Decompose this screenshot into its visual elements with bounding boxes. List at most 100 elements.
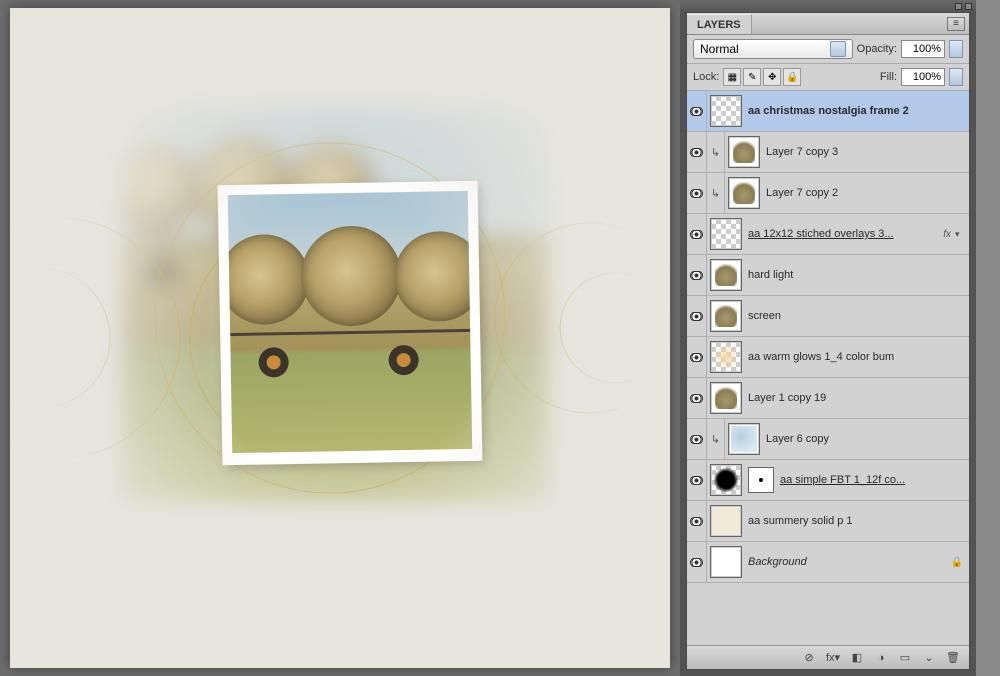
visibility-toggle[interactable] [687, 214, 707, 254]
visibility-toggle[interactable] [687, 419, 707, 459]
fill-flyout-icon[interactable] [949, 68, 963, 86]
close-icon[interactable] [965, 3, 972, 10]
visibility-toggle[interactable] [687, 296, 707, 336]
eye-icon [690, 517, 703, 526]
chevron-down-icon[interactable]: ▾ [955, 229, 967, 240]
visibility-toggle[interactable] [687, 542, 707, 582]
visibility-toggle[interactable] [687, 378, 707, 418]
blend-mode-select[interactable]: Normal [693, 39, 853, 59]
group-icon[interactable]: ▭ [897, 651, 913, 665]
layers-panel: LAYERS Normal Opacity: 100% Lock: ▦ ✎ ✥ … [686, 12, 970, 670]
layer-name-label[interactable]: hard light [748, 269, 969, 281]
layer-name-label[interactable]: aa simple FBT 1_12f co... [780, 474, 969, 486]
collapse-icon[interactable] [955, 3, 962, 10]
layer-name-label[interactable]: screen [748, 310, 969, 322]
layer-name-label[interactable]: aa christmas nostalgia frame 2 [748, 105, 969, 117]
opacity-flyout-icon[interactable] [949, 40, 963, 58]
clip-indicator-icon [707, 419, 725, 459]
eye-icon [690, 476, 703, 485]
layer-list[interactable]: aa christmas nostalgia frame 2 Layer 7 co… [687, 91, 969, 645]
visibility-toggle[interactable] [687, 460, 707, 500]
adjustment-layer-icon[interactable]: ◑ [873, 651, 889, 665]
canvas-area[interactable] [0, 0, 680, 676]
visibility-toggle[interactable] [687, 132, 707, 172]
layer-row[interactable]: Layer 7 copy 2 [687, 173, 969, 214]
layer-name-label[interactable]: aa summery solid p 1 [748, 515, 969, 527]
layer-fx-icon[interactable]: fx▾ [825, 651, 841, 665]
layer-row[interactable]: aa warm glows 1_4 color bum [687, 337, 969, 378]
layer-name-label[interactable]: Layer 1 copy 19 [748, 392, 969, 404]
layer-thumbnail[interactable] [710, 464, 742, 496]
eye-icon [690, 189, 703, 198]
link-layers-icon[interactable]: ⊘ [801, 651, 817, 665]
layer-thumbnail[interactable] [710, 218, 742, 250]
layer-thumbnail[interactable] [710, 546, 742, 578]
layer-thumbnail[interactable] [710, 382, 742, 414]
lock-label: Lock: [693, 71, 719, 83]
opacity-label: Opacity: [857, 43, 897, 55]
layer-thumbnail[interactable] [710, 95, 742, 127]
layer-thumbnail[interactable] [728, 177, 760, 209]
panel-menu-icon[interactable] [947, 17, 965, 31]
layer-row[interactable]: Background🔒 [687, 542, 969, 583]
layer-row[interactable]: Layer 6 copy [687, 419, 969, 460]
layer-row[interactable]: aa summery solid p 1 [687, 501, 969, 542]
lock-icons-group: ▦ ✎ ✥ 🔒 [723, 68, 801, 86]
clip-indicator-icon [707, 173, 725, 213]
opacity-input[interactable]: 100% [901, 40, 945, 58]
layer-row[interactable]: aa simple FBT 1_12f co... [687, 460, 969, 501]
blend-opacity-row: Normal Opacity: 100% [687, 35, 969, 64]
visibility-toggle[interactable] [687, 337, 707, 377]
layer-name-label[interactable]: aa warm glows 1_4 color bum [748, 351, 969, 363]
layer-thumbnail[interactable] [710, 341, 742, 373]
layer-row[interactable]: aa 12x12 stiched overlays 3...fx ▾ [687, 214, 969, 255]
clip-indicator-icon [707, 132, 725, 172]
layer-name-label[interactable]: Layer 7 copy 2 [766, 187, 969, 199]
fx-badge-icon[interactable]: fx [943, 229, 951, 240]
lock-all-icon[interactable]: 🔒 [783, 68, 801, 86]
layer-name-label[interactable]: Background [748, 556, 951, 568]
lock-pixels-icon[interactable]: ✎ [743, 68, 761, 86]
lock-icon: 🔒 [951, 556, 963, 568]
lock-fill-row: Lock: ▦ ✎ ✥ 🔒 Fill: 100% [687, 64, 969, 91]
layers-panel-footer: ⊘ fx▾ ◧ ◑ ▭ ⌄ 🗑 [687, 645, 969, 669]
eye-icon [690, 394, 703, 403]
fill-label: Fill: [880, 71, 897, 83]
eye-icon [690, 558, 703, 567]
layer-row[interactable]: screen [687, 296, 969, 337]
blend-mode-value: Normal [700, 42, 739, 56]
eye-icon [690, 148, 703, 157]
lock-position-icon[interactable]: ✥ [763, 68, 781, 86]
lock-transparency-icon[interactable]: ▦ [723, 68, 741, 86]
layer-row[interactable]: hard light [687, 255, 969, 296]
visibility-toggle[interactable] [687, 501, 707, 541]
eye-icon [690, 230, 703, 239]
layer-mask-thumbnail[interactable] [748, 467, 774, 493]
layer-thumbnail[interactable] [710, 505, 742, 537]
visibility-toggle[interactable] [687, 173, 707, 213]
layer-thumbnail[interactable] [710, 259, 742, 291]
layer-name-label[interactable]: Layer 7 copy 3 [766, 146, 969, 158]
panel-dock: LAYERS Normal Opacity: 100% Lock: ▦ ✎ ✥ … [680, 0, 976, 676]
panel-dock-header[interactable] [680, 0, 976, 12]
layer-thumbnail[interactable] [710, 300, 742, 332]
fill-input[interactable]: 100% [901, 68, 945, 86]
tab-layers[interactable]: LAYERS [687, 14, 752, 34]
visibility-toggle[interactable] [687, 91, 707, 131]
layer-name-label[interactable]: aa 12x12 stiched overlays 3... [748, 228, 943, 240]
layer-thumbnail[interactable] [728, 423, 760, 455]
layer-row[interactable]: Layer 1 copy 19 [687, 378, 969, 419]
artboard[interactable] [10, 8, 670, 668]
layer-row[interactable]: Layer 7 copy 3 [687, 132, 969, 173]
layer-row[interactable]: aa christmas nostalgia frame 2 [687, 91, 969, 132]
visibility-toggle[interactable] [687, 255, 707, 295]
eye-icon [690, 107, 703, 116]
delete-layer-icon[interactable]: 🗑 [945, 651, 961, 665]
layer-name-label[interactable]: Layer 6 copy [766, 433, 969, 445]
layer-mask-icon[interactable]: ◧ [849, 651, 865, 665]
new-layer-icon[interactable]: ⌄ [921, 651, 937, 665]
eye-icon [690, 312, 703, 321]
eye-icon [690, 271, 703, 280]
layer-thumbnail[interactable] [728, 136, 760, 168]
panel-tabbar: LAYERS [687, 13, 969, 35]
